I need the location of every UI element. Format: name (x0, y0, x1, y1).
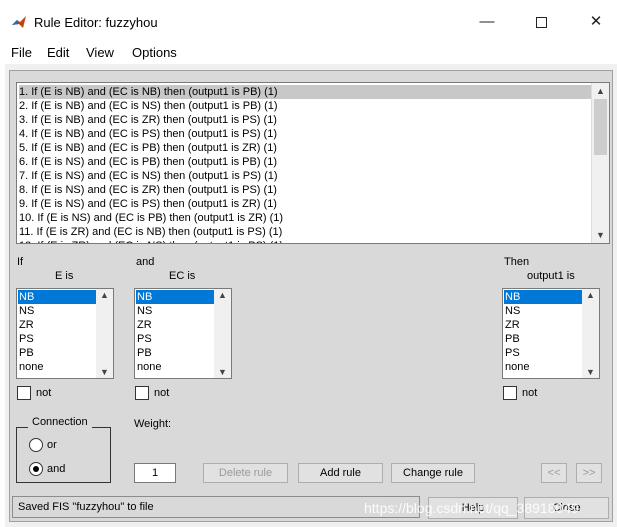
membership-option[interactable]: NS (504, 304, 582, 318)
connection-title: Connection (28, 416, 92, 428)
chevron-down-icon[interactable]: ▼ (214, 367, 231, 377)
watermark-text: https://blog.csdn.net/qq_38918049 (364, 500, 579, 516)
output-list-scrollbar[interactable]: ▲ ▼ (582, 289, 599, 378)
ec-list-scrollbar[interactable]: ▲ ▼ (214, 289, 231, 378)
weight-label: Weight: (134, 418, 172, 430)
membership-option[interactable]: none (136, 360, 214, 374)
maximize-icon (535, 16, 547, 28)
ec-is-label: EC is (169, 270, 196, 282)
chevron-up-icon[interactable]: ▲ (214, 290, 231, 300)
menu-bar: File Edit View Options (0, 44, 618, 64)
add-rule-button[interactable]: Add rule (298, 463, 383, 483)
ec-membership-list[interactable]: NB NS ZR PS PB none ▲ ▼ (134, 288, 232, 379)
scroll-up-icon[interactable]: ▲ (592, 83, 609, 99)
e-not-label: not (36, 387, 52, 399)
membership-option[interactable]: ZR (18, 318, 96, 332)
rule-list-scrollbar[interactable]: ▲ ▼ (591, 83, 609, 243)
rule-item[interactable]: 3. If (E is NB) and (EC is ZR) then (out… (19, 113, 593, 127)
menu-file[interactable]: File (11, 45, 32, 60)
window-title: Rule Editor: fuzzyhou (34, 15, 158, 30)
weight-input[interactable]: 1 (134, 463, 176, 483)
rule-item[interactable]: 2. If (E is NB) and (EC is NS) then (out… (19, 99, 593, 113)
rule-item[interactable]: 4. If (E is NB) and (EC is PS) then (out… (19, 127, 593, 141)
chevron-down-icon[interactable]: ▼ (96, 367, 113, 377)
if-label: If (17, 256, 24, 268)
menu-options[interactable]: Options (132, 45, 177, 60)
rule-item[interactable]: 12. If (E is ZR) and (EC is NS) then (ou… (19, 239, 593, 243)
scroll-thumb[interactable] (594, 99, 607, 155)
status-bar: Saved FIS "fuzzyhou" to file (12, 496, 420, 518)
title-bar: Rule Editor: fuzzyhou — ✕ (0, 0, 618, 44)
chevron-up-icon[interactable]: ▲ (96, 290, 113, 300)
minimize-button[interactable]: — (472, 8, 502, 36)
change-rule-button[interactable]: Change rule (391, 463, 475, 483)
membership-option[interactable]: none (18, 360, 96, 374)
membership-option[interactable]: ZR (136, 318, 214, 332)
ec-not-label: not (154, 387, 170, 399)
membership-option[interactable]: PS (18, 332, 96, 346)
rule-item[interactable]: 5. If (E is NB) and (EC is PB) then (out… (19, 141, 593, 155)
prev-button[interactable]: << (541, 463, 567, 483)
rule-item[interactable]: 8. If (E is NS) and (EC is ZR) then (out… (19, 183, 593, 197)
rule-item[interactable]: 11. If (E is ZR) and (EC is NB) then (ou… (19, 225, 593, 239)
and-label: and (136, 256, 155, 268)
membership-option[interactable]: PS (504, 346, 582, 360)
membership-option[interactable]: NB (136, 290, 214, 304)
next-button[interactable]: >> (576, 463, 602, 483)
chevron-up-icon[interactable]: ▲ (582, 290, 599, 300)
membership-option[interactable]: NB (504, 290, 582, 304)
maximize-button[interactable] (526, 8, 556, 36)
membership-option[interactable]: PS (136, 332, 214, 346)
rule-item[interactable]: 9. If (E is NS) and (EC is PS) then (out… (19, 197, 593, 211)
e-not-checkbox[interactable] (17, 386, 31, 400)
matlab-icon (12, 16, 26, 28)
ec-not-checkbox[interactable] (135, 386, 149, 400)
e-membership-list[interactable]: NB NS ZR PS PB none ▲ ▼ (16, 288, 114, 379)
rule-item[interactable]: 1. If (E is NB) and (EC is NB) then (out… (19, 85, 593, 99)
membership-option[interactable]: NB (18, 290, 96, 304)
chevron-down-icon[interactable]: ▼ (582, 367, 599, 377)
close-window-button[interactable]: ✕ (581, 8, 611, 36)
membership-option[interactable]: NS (18, 304, 96, 318)
membership-option[interactable]: PB (504, 332, 582, 346)
then-label: Then (504, 256, 530, 268)
rule-item[interactable]: 7. If (E is NS) and (EC is NS) then (out… (19, 169, 593, 183)
menu-view[interactable]: View (86, 45, 114, 60)
scroll-down-icon[interactable]: ▼ (592, 227, 609, 243)
e-is-label: E is (55, 270, 74, 282)
rule-item[interactable]: 10. If (E is NS) and (EC is PB) then (ou… (19, 211, 593, 225)
or-radio[interactable] (29, 438, 43, 452)
output-membership-list[interactable]: NB NS ZR PB PS none ▲ ▼ (502, 288, 600, 379)
membership-option[interactable]: PB (136, 346, 214, 360)
membership-option[interactable]: none (504, 360, 582, 374)
menu-edit[interactable]: Edit (47, 45, 69, 60)
membership-option[interactable]: ZR (504, 318, 582, 332)
or-label: or (47, 439, 57, 451)
membership-option[interactable]: PB (18, 346, 96, 360)
output-not-label: not (522, 387, 538, 399)
rule-list[interactable]: 1. If (E is NB) and (EC is NB) then (out… (16, 82, 610, 244)
delete-rule-button[interactable]: Delete rule (203, 463, 288, 483)
output-is-label: output1 is (527, 270, 575, 282)
membership-option[interactable]: NS (136, 304, 214, 318)
and-radio[interactable] (29, 462, 43, 476)
output-not-checkbox[interactable] (503, 386, 517, 400)
and-radio-label: and (47, 463, 66, 475)
e-list-scrollbar[interactable]: ▲ ▼ (96, 289, 113, 378)
rule-item[interactable]: 6. If (E is NS) and (EC is PB) then (out… (19, 155, 593, 169)
